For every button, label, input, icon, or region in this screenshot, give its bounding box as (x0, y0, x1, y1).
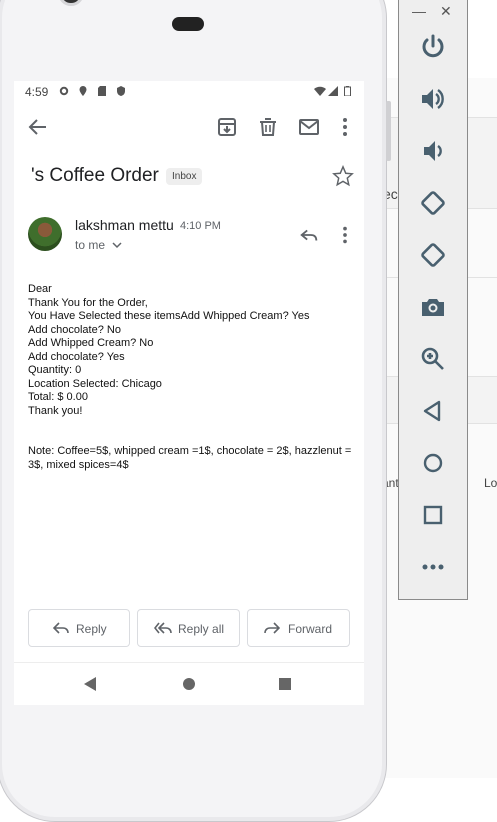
mark-unread-icon[interactable] (297, 115, 321, 139)
archive-icon[interactable] (215, 115, 239, 139)
wifi-icon (314, 86, 326, 96)
price-note: Note: Coffee=5$, whipped cream =1$, choc… (28, 445, 352, 471)
forward-button[interactable]: Forward (247, 609, 350, 647)
zoom-icon[interactable] (419, 345, 447, 373)
body-line: Dear (28, 283, 52, 295)
back-arrow-icon[interactable] (26, 115, 50, 139)
body-line: Add chocolate? Yes (28, 350, 125, 363)
body-line: You Have Selected these itemsAdd Whipped… (28, 310, 310, 322)
email-time: 4:10 PM (180, 220, 221, 232)
rotate-right-icon[interactable] (419, 241, 447, 269)
reply-label: Reply (76, 622, 107, 636)
android-nav-bar (14, 662, 364, 705)
recipient-label: to me (75, 238, 106, 252)
sd-card-icon (98, 86, 106, 96)
power-icon[interactable] (419, 33, 447, 61)
email-toolbar (14, 109, 364, 145)
shield-icon (117, 86, 125, 96)
sender-name: lakshman mettu (75, 217, 174, 233)
emulator-toolbar: — ✕ (398, 0, 468, 600)
more-vert-icon[interactable] (333, 115, 357, 139)
status-time: 4:59 (25, 85, 49, 99)
side-button (386, 101, 391, 161)
battery-icon (344, 86, 351, 96)
camera-icon[interactable] (419, 293, 447, 321)
nav-back-icon[interactable] (84, 677, 96, 691)
close-button[interactable]: ✕ (440, 3, 452, 20)
more-horiz-icon[interactable] (419, 553, 447, 581)
body-line: Add chocolate? No (28, 323, 121, 336)
reply-button[interactable]: Reply (28, 609, 130, 647)
front-camera (58, 0, 84, 6)
body-line: Location Selected: Chicago (28, 377, 162, 390)
more-vert-icon[interactable] (334, 224, 356, 246)
nav-home-icon[interactable] (183, 678, 195, 690)
background-text: Lo (484, 476, 497, 490)
forward-icon (264, 622, 280, 634)
back-icon[interactable] (419, 397, 447, 425)
signal-icon (328, 86, 338, 96)
settings-icon (59, 86, 69, 96)
forward-label: Forward (288, 622, 333, 636)
body-line: Quantity: 0 (28, 364, 82, 376)
body-line: Thank you! (28, 404, 83, 417)
volume-down-icon[interactable] (419, 137, 447, 165)
chevron-down-icon (112, 242, 122, 249)
reply-icon (53, 622, 69, 634)
status-bar: 4:59 (14, 81, 364, 103)
volume-up-icon[interactable] (419, 85, 447, 113)
email-body: Dear Thank You for the Order, You Have S… (28, 283, 358, 472)
phone-screen: 4:59 's Coffee Order Inbox lakshman mett… (14, 81, 364, 662)
star-icon[interactable] (332, 165, 354, 187)
location-icon (79, 86, 87, 96)
reply-all-label: Reply all (178, 622, 225, 636)
body-line: Total: $ 0.00 (28, 391, 88, 403)
minimize-button[interactable]: — (412, 3, 426, 19)
rotate-left-icon[interactable] (419, 189, 447, 217)
home-icon[interactable] (419, 449, 447, 477)
reply-all-button[interactable]: Reply all (137, 609, 240, 647)
body-line: Add Whipped Cream? No (28, 337, 154, 349)
reply-all-icon (154, 622, 172, 634)
delete-icon[interactable] (256, 115, 280, 139)
body-line: Thank You for the Order, (28, 296, 148, 309)
recipient-details[interactable]: to me (75, 238, 122, 252)
overview-icon[interactable] (419, 501, 447, 529)
reply-icon[interactable] (298, 224, 320, 246)
nav-recents-icon[interactable] (279, 678, 291, 690)
inbox-label-badge[interactable]: Inbox (166, 168, 203, 185)
email-subject: 's Coffee Order (31, 165, 159, 186)
earpiece-speaker (172, 17, 204, 31)
avatar[interactable] (28, 217, 62, 251)
